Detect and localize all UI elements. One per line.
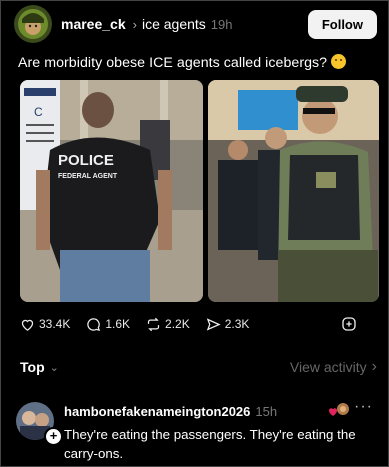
comments-sort-bar: Top ⌄ View activity › <box>20 358 377 376</box>
comment-username[interactable]: hambonefakenameington2026 <box>64 404 250 419</box>
repost-button[interactable]: 2.2K <box>146 317 190 332</box>
repost-count: 2.2K <box>165 317 190 331</box>
sort-dropdown[interactable]: Top <box>20 359 45 375</box>
post-text-body: Are morbidity obese ICE agents called ic… <box>18 55 328 71</box>
post-image-left[interactable]: C POLICE FEDERAL AGENT <box>20 80 203 302</box>
like-button[interactable]: 33.4K <box>20 317 70 332</box>
repost-icon <box>147 317 160 331</box>
post-text: Are morbidity obese ICE agents called ic… <box>18 54 373 71</box>
chevron-right-icon[interactable]: › <box>372 358 377 376</box>
chevron-right-icon: › <box>132 17 137 32</box>
add-circle-icon <box>342 317 356 331</box>
username[interactable]: maree_ck <box>61 16 126 32</box>
comment-header: hambonefakenameington2026 15h <box>64 404 277 419</box>
reaction-badge-icon <box>328 403 349 416</box>
view-activity-link[interactable]: View activity <box>290 359 367 375</box>
post-meta: maree_ck › ice agents 19h <box>61 16 308 32</box>
share-count: 2.3K <box>224 317 250 331</box>
like-count: 33.4K <box>39 317 71 331</box>
post-header: maree_ck › ice agents 19h Follow <box>14 5 377 43</box>
community-name[interactable]: ice agents <box>142 16 206 32</box>
vest-agent-text: FEDERAL AGENT <box>58 173 118 180</box>
user-avatar[interactable] <box>14 5 52 43</box>
vest-police-text: POLICE <box>58 152 114 169</box>
post-actions: 33.4K 1.6K 2.2K 2.3K <box>20 314 377 334</box>
chevron-down-icon[interactable]: ⌄ <box>50 361 59 374</box>
post-image-right[interactable] <box>208 80 379 302</box>
follow-plus-icon[interactable]: + <box>44 427 63 446</box>
share-button[interactable]: 2.3K <box>206 317 250 332</box>
post-time: 19h <box>210 17 233 32</box>
send-icon <box>206 317 221 331</box>
comment-icon <box>87 317 101 331</box>
follow-button[interactable]: Follow <box>307 9 377 39</box>
sign-letter: C <box>34 105 43 119</box>
thinking-face-icon <box>331 54 347 69</box>
comment-count: 1.6K <box>105 317 131 331</box>
more-options-icon[interactable]: ··· <box>354 398 373 416</box>
heart-icon <box>21 319 34 331</box>
comment-text: They're eating the passengers. They're e… <box>64 427 356 461</box>
comment-time: 15h <box>255 404 278 419</box>
add-button[interactable] <box>341 316 361 332</box>
comment-button[interactable]: 1.6K <box>86 317 130 332</box>
